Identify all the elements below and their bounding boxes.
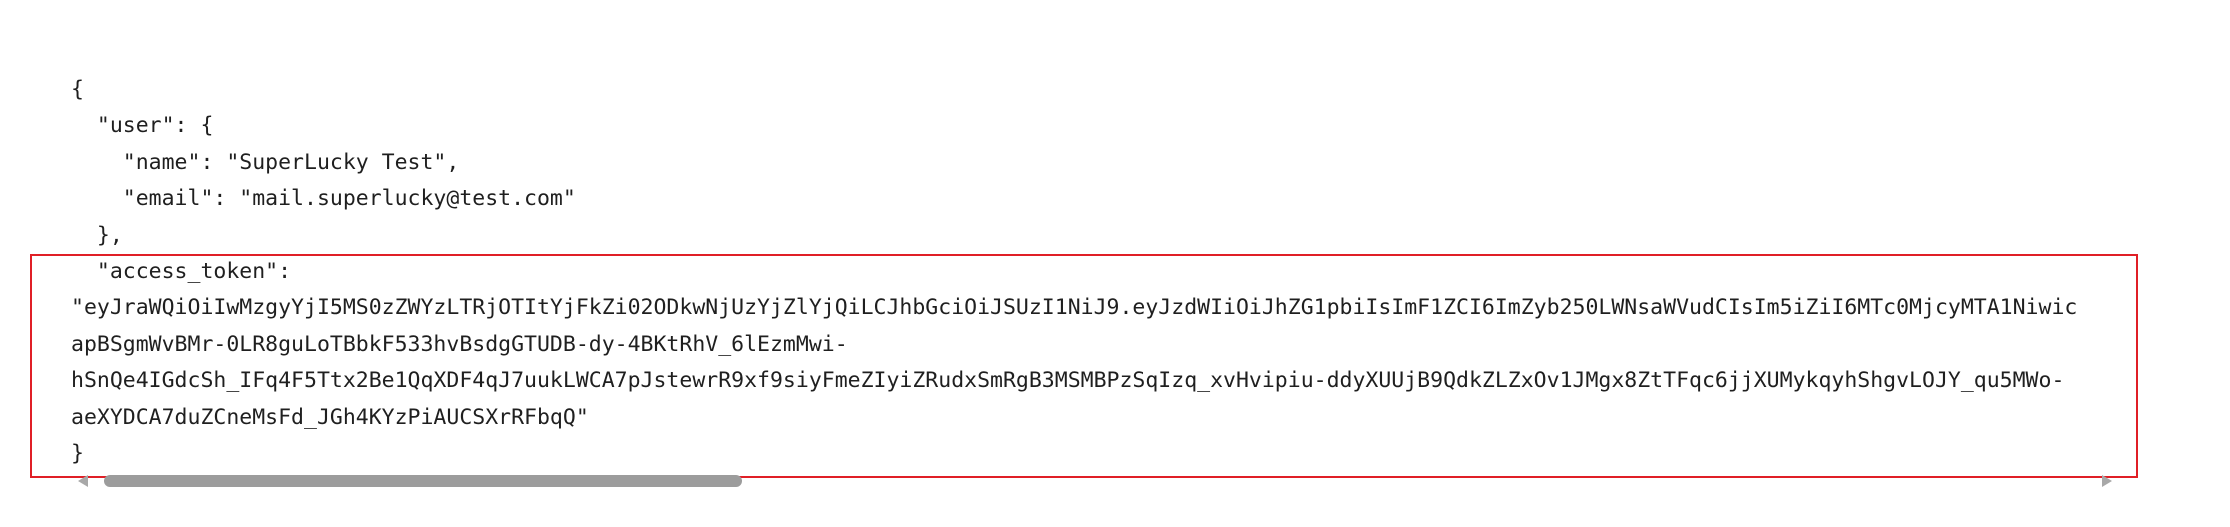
- horizontal-scrollbar[interactable]: [78, 474, 2112, 488]
- code-line: },: [71, 222, 123, 248]
- scroll-right-arrow-icon[interactable]: [2102, 475, 2112, 487]
- code-line: "name": "SuperLucky Test",: [71, 149, 460, 175]
- code-line: "access_token":: [71, 258, 292, 284]
- code-line: aeXYDCA7duZCneMsFd_JGh4KYzPiAUCSXrRFbqQ": [71, 404, 589, 430]
- scroll-left-arrow-icon[interactable]: [78, 475, 88, 487]
- code-line: }: [71, 440, 84, 466]
- code-line: "user": {: [71, 113, 214, 139]
- json-viewer: { "user": { "name": "SuperLucky Test", "…: [0, 0, 2230, 527]
- code-line: hSnQe4IGdcSh_IFq4F5Ttx2Be1QqXDF4qJ7uukLW…: [71, 368, 2065, 394]
- code-line: "email": "mail.superlucky@test.com": [71, 186, 576, 212]
- code-line: apBSgmWvBMr-0LR8guLoTBbkF533hvBsdgGTUDB-…: [71, 331, 848, 357]
- json-code-block[interactable]: { "user": { "name": "SuperLucky Test", "…: [71, 72, 2121, 472]
- scrollbar-thumb[interactable]: [104, 475, 742, 487]
- code-line: "eyJraWQiOiIwMzgyYjI5MS0zZWYzLTRjOTItYjF…: [71, 295, 2078, 321]
- code-line: {: [71, 77, 84, 102]
